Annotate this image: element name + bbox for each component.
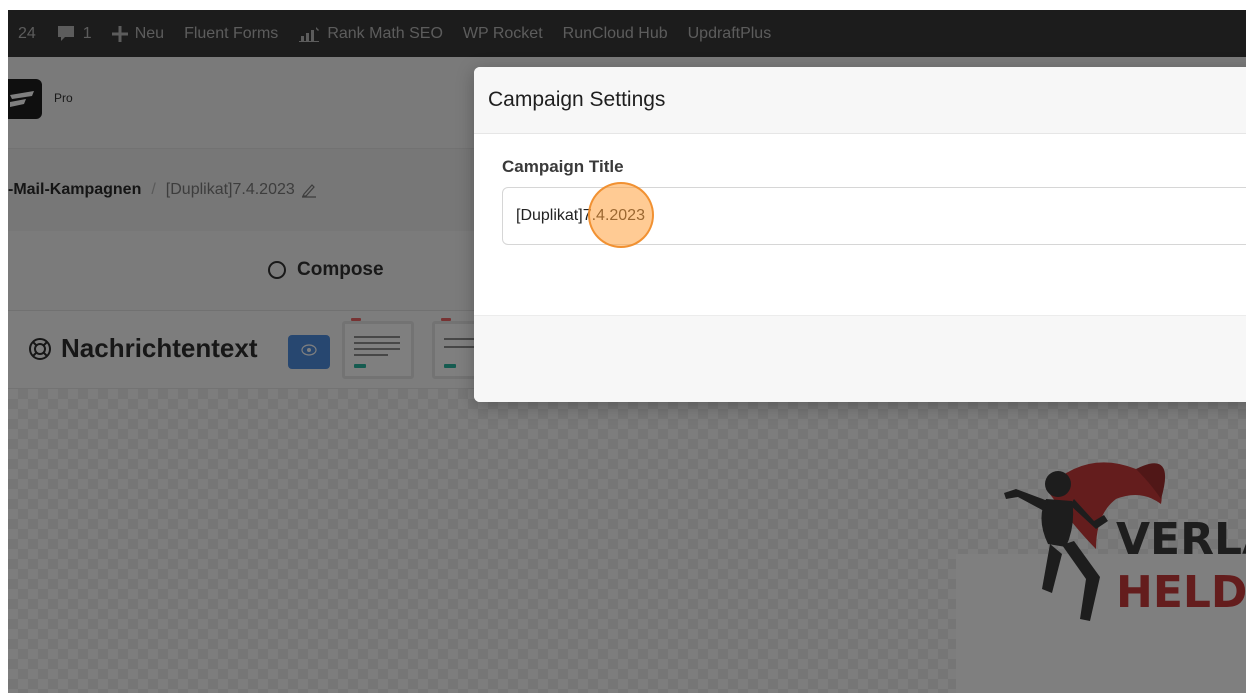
- campaign-settings-modal: Campaign Settings Campaign Title: [474, 67, 1246, 402]
- modal-header: Campaign Settings: [474, 67, 1246, 134]
- modal-title: Campaign Settings: [488, 88, 666, 111]
- modal-body: Campaign Title: [474, 134, 1246, 315]
- campaign-title-label: Campaign Title: [502, 157, 624, 176]
- campaign-title-input[interactable]: [502, 187, 1246, 245]
- modal-footer: [474, 315, 1246, 402]
- screen: 24 1 Neu Fluent Forms Rank Math SEO WP R…: [8, 10, 1246, 693]
